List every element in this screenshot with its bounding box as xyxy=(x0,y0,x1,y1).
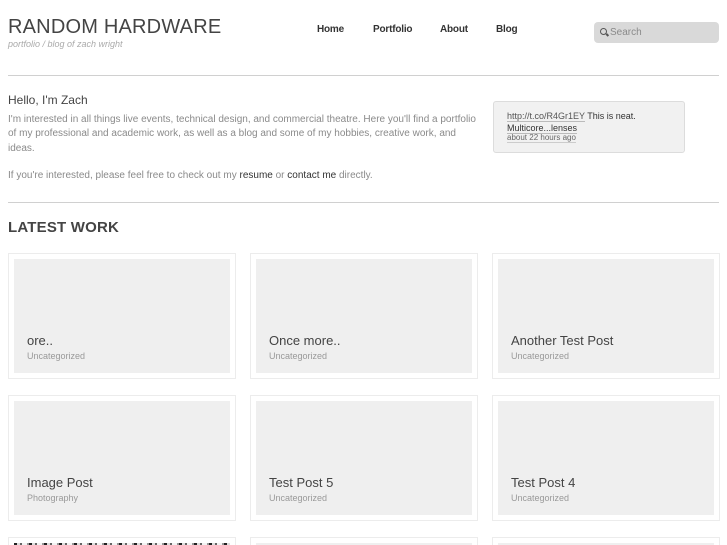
post-thumbnail[interactable]: Once more.. Uncategorized xyxy=(256,259,472,373)
nav-item-blog[interactable]: Blog xyxy=(496,24,518,35)
post-thumbnail[interactable]: Test Post 5 Uncategorized xyxy=(256,401,472,515)
post-title[interactable]: ore.. xyxy=(27,333,53,348)
intro-cta: If you're interested, please feel free t… xyxy=(8,170,373,181)
cta-suffix: directly. xyxy=(336,170,373,181)
tweet-url-link[interactable]: http://t.co/R4Gr1EY xyxy=(507,111,585,122)
search-box[interactable] xyxy=(594,22,719,43)
nav-item-home[interactable]: Home xyxy=(317,24,344,35)
site-tagline: portfolio / blog of zach wright xyxy=(8,39,123,49)
post-card-partial[interactable] xyxy=(250,537,478,545)
search-icon xyxy=(600,28,607,35)
post-card[interactable]: Test Post 4 Uncategorized xyxy=(492,395,720,521)
nav-item-about[interactable]: About xyxy=(440,24,468,35)
tweet-text: http://t.co/R4Gr1EY This is neat. Multic… xyxy=(507,110,679,134)
intro-heading: Hello, I'm Zach xyxy=(8,93,88,107)
nav-item-portfolio[interactable]: Portfolio xyxy=(373,24,413,35)
post-card-partial[interactable] xyxy=(8,537,236,545)
intro-text: I'm interested in all things live events… xyxy=(8,114,476,154)
tweet-timestamp[interactable]: about 22 hours ago xyxy=(507,133,576,143)
post-thumbnail[interactable]: Test Post 4 Uncategorized xyxy=(498,401,714,515)
post-card[interactable]: Image Post Photography xyxy=(8,395,236,521)
post-card[interactable]: Another Test Post Uncategorized xyxy=(492,253,720,379)
post-category: Uncategorized xyxy=(27,351,86,361)
post-category: Uncategorized xyxy=(511,351,570,361)
post-title[interactable]: Image Post xyxy=(27,475,93,490)
resume-link[interactable]: resume xyxy=(239,170,272,181)
search-input[interactable] xyxy=(610,25,714,40)
post-card[interactable]: Test Post 5 Uncategorized xyxy=(250,395,478,521)
tweet-widget: http://t.co/R4Gr1EY This is neat. Multic… xyxy=(493,101,685,153)
cta-prefix: If you're interested, please feel free t… xyxy=(8,170,240,181)
tweet-body: This is neat. xyxy=(584,111,636,121)
post-category: Uncategorized xyxy=(511,493,570,503)
post-category: Uncategorized xyxy=(269,351,328,361)
post-thumbnail[interactable]: Another Test Post Uncategorized xyxy=(498,259,714,373)
header-divider xyxy=(8,75,719,76)
post-title[interactable]: Test Post 5 xyxy=(269,475,333,490)
post-title[interactable]: Test Post 4 xyxy=(511,475,575,490)
post-card-partial[interactable] xyxy=(492,537,720,545)
section-divider xyxy=(8,202,719,203)
contact-link[interactable]: contact me xyxy=(287,170,336,181)
post-card[interactable]: ore.. Uncategorized xyxy=(8,253,236,379)
cta-middle: or xyxy=(272,170,288,181)
post-title[interactable]: Another Test Post xyxy=(511,333,613,348)
latest-work-heading: LATEST WORK xyxy=(8,219,120,236)
post-thumbnail[interactable]: ore.. Uncategorized xyxy=(14,259,230,373)
post-category: Photography xyxy=(27,493,79,503)
post-card[interactable]: Once more.. Uncategorized xyxy=(250,253,478,379)
post-thumbnail[interactable]: Image Post Photography xyxy=(14,401,230,515)
post-category: Uncategorized xyxy=(269,493,328,503)
post-title[interactable]: Once more.. xyxy=(269,333,341,348)
